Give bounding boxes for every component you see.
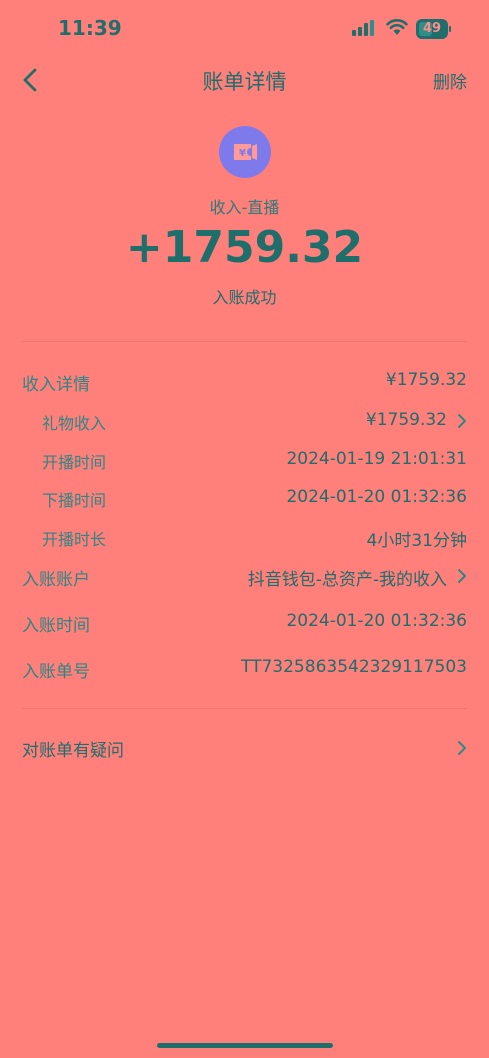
order-number-row: 入账单号 TT7325863542329117503 [0,653,489,683]
order-number-value: TT7325863542329117503 [241,657,467,677]
svg-text:¥: ¥ [239,148,246,159]
posting-time-row: 入账时间 2024-01-20 01:32:36 [0,607,489,637]
live-start-row: 开播时间 2024-01-19 21:01:31 [0,445,489,475]
amount: +1759.32 [125,222,364,273]
live-duration-label: 开播时长 [42,530,107,549]
account-label: 入账账户 [22,570,90,590]
status-text: 入账成功 [212,288,277,307]
bill-detail-page: 11:39 49 账单详情 删除 ¥ 收入-直播 +1759.32 入账成功 收… [0,0,489,1058]
category-icon: ¥ [219,126,271,178]
yuan-ticket-icon: ¥ [234,144,257,160]
status-bar: 11:39 49 [0,0,489,56]
home-indicator[interactable] [157,1043,333,1048]
live-end-value: 2024-01-20 01:32:36 [286,487,467,507]
posting-time-label: 入账时间 [22,616,90,636]
gift-income-row[interactable]: 礼物收入 ¥1759.32 [0,406,489,436]
battery-percent: 49 [422,21,442,36]
live-duration-row: 开播时长 4小时31分钟 [0,522,489,552]
chevron-right-icon[interactable] [455,738,469,758]
gift-income-value: ¥1759.32 [365,410,447,430]
gift-income-label: 礼物收入 [42,414,107,433]
chevron-right-icon [458,569,466,583]
live-start-label: 开播时间 [42,453,107,472]
battery-icon: 49 [416,19,451,39]
order-number-label: 入账单号 [22,662,90,682]
income-detail-row: 收入详情 ¥1759.32 [0,366,489,396]
income-detail-label: 收入详情 [22,375,90,395]
income-detail-value: ¥1759.32 [385,370,467,390]
account-value: 抖音钱包-总资产-我的收入 [247,570,447,590]
divider [22,341,467,342]
divider [22,708,467,709]
page-title: 账单详情 [202,70,287,94]
live-start-value: 2024-01-19 21:01:31 [286,449,467,469]
live-end-row: 下播时间 2024-01-20 01:32:36 [0,483,489,513]
posting-time-value: 2024-01-20 01:32:36 [286,611,467,631]
bill-question-link[interactable]: 对账单有疑问 [22,736,124,761]
delete-button[interactable]: 删除 [433,68,467,93]
chevron-right-icon [458,414,466,428]
live-end-label: 下播时间 [42,491,107,510]
category-label: 收入-直播 [209,198,280,217]
status-time: 11:39 [58,16,122,40]
live-duration-value: 4小时31分钟 [366,531,467,551]
cellular-signal-icon [352,20,374,36]
wifi-icon [386,19,408,35]
account-row[interactable]: 入账账户 抖音钱包-总资产-我的收入 [0,561,489,591]
nav-bar: 账单详情 删除 [0,56,489,104]
